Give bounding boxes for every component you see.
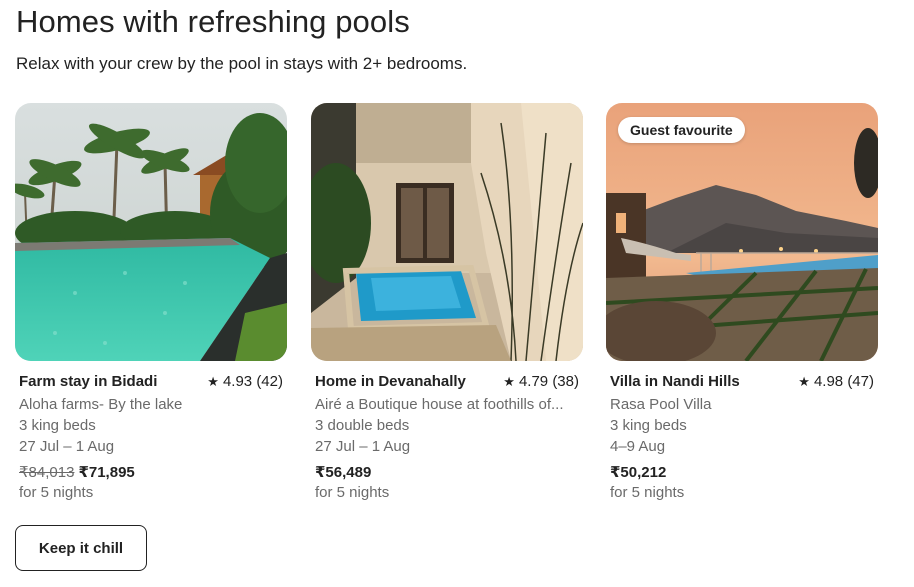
listing-price-row: ₹56,489 bbox=[315, 462, 583, 483]
listing-beds: 3 double beds bbox=[315, 417, 410, 434]
rating-value: 4.98 (47) bbox=[813, 373, 874, 390]
rating-value: 4.79 (38) bbox=[518, 373, 579, 390]
listing-nights: for 5 nights bbox=[315, 484, 390, 501]
farm-pool-image bbox=[15, 103, 287, 361]
listing-info: Home in Devanahally ★ 4.79 (38) Airé a B… bbox=[311, 373, 583, 503]
listing-info: Farm stay in Bidadi ★ 4.93 (42) Aloha fa… bbox=[15, 373, 287, 503]
listing-title: Villa in Nandi Hills bbox=[610, 373, 740, 390]
listing-card[interactable]: Farm stay in Bidadi ★ 4.93 (42) Aloha fa… bbox=[15, 103, 287, 503]
section-subtitle: Relax with your crew by the pool in stay… bbox=[16, 54, 468, 73]
listing-price-row: ₹50,212 bbox=[610, 462, 878, 483]
keep-it-chill-button[interactable]: Keep it chill bbox=[15, 525, 147, 571]
courtyard-pool-image bbox=[311, 103, 583, 361]
star-icon: ★ bbox=[207, 374, 219, 389]
listing-photo[interactable] bbox=[311, 103, 583, 361]
listing-dates: 27 Jul – 1 Aug bbox=[19, 438, 115, 455]
listing-photo[interactable] bbox=[15, 103, 287, 361]
listing-card[interactable]: Guest favourite Villa in Nandi Hills ★ 4… bbox=[606, 103, 878, 503]
listing-price: ₹71,895 bbox=[78, 464, 135, 481]
listing-beds: 3 king beds bbox=[19, 417, 96, 434]
listing-host: Airé a Boutique house at foothills of... bbox=[315, 396, 564, 413]
section-title: Homes with refreshing pools bbox=[16, 4, 410, 39]
listing-host: Aloha farms- By the lake bbox=[19, 396, 183, 413]
listing-rating: ★ 4.79 (38) bbox=[503, 373, 583, 390]
listing-price: ₹50,212 bbox=[610, 464, 667, 481]
star-icon: ★ bbox=[798, 374, 810, 389]
star-icon: ★ bbox=[503, 374, 515, 389]
guest-favourite-badge: Guest favourite bbox=[618, 117, 745, 143]
pools-section: Homes with refreshing pools Relax with y… bbox=[0, 0, 914, 587]
original-price: ₹84,013 bbox=[19, 464, 75, 481]
listing-price-row: ₹84,013 ₹71,895 bbox=[19, 462, 287, 483]
listing-title: Home in Devanahally bbox=[315, 373, 466, 390]
listing-price: ₹56,489 bbox=[315, 464, 372, 481]
listing-nights: for 5 nights bbox=[610, 484, 685, 501]
listing-card[interactable]: Home in Devanahally ★ 4.79 (38) Airé a B… bbox=[311, 103, 583, 503]
listing-info: Villa in Nandi Hills ★ 4.98 (47) Rasa Po… bbox=[606, 373, 878, 503]
listing-dates: 4–9 Aug bbox=[610, 438, 666, 455]
listing-nights: for 5 nights bbox=[19, 484, 94, 501]
rating-value: 4.93 (42) bbox=[222, 373, 283, 390]
listing-beds: 3 king beds bbox=[610, 417, 687, 434]
listing-rating: ★ 4.93 (42) bbox=[207, 373, 287, 390]
listing-dates: 27 Jul – 1 Aug bbox=[315, 438, 411, 455]
listing-photo[interactable]: Guest favourite bbox=[606, 103, 878, 361]
listing-host: Rasa Pool Villa bbox=[610, 396, 712, 413]
listing-rating: ★ 4.98 (47) bbox=[798, 373, 878, 390]
listing-title: Farm stay in Bidadi bbox=[19, 373, 158, 390]
